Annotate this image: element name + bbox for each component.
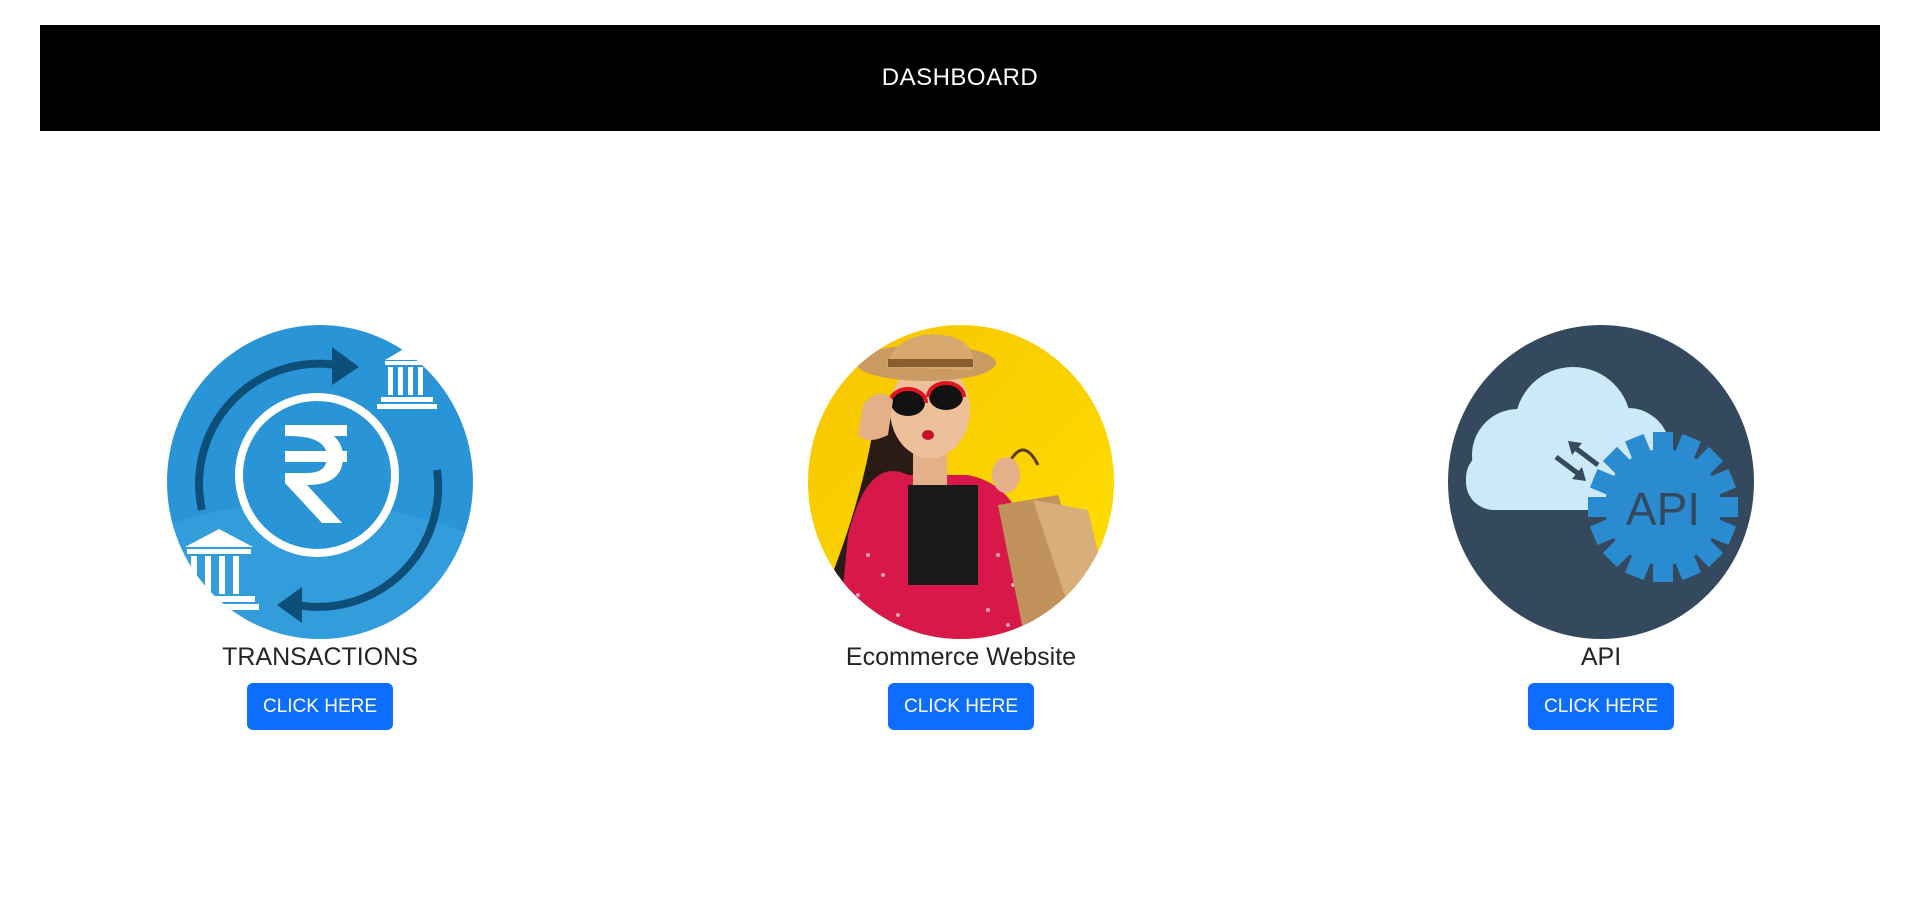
api-card: API API CLICK HERE xyxy=(1446,325,1756,730)
cloud-api-gear-icon: API xyxy=(1448,325,1754,639)
rupee-transfer-icon xyxy=(167,325,473,639)
shopping-woman-image xyxy=(808,325,1114,639)
ecommerce-click-button[interactable]: CLICK HERE xyxy=(887,683,1035,730)
card-title-api: API xyxy=(1580,643,1622,671)
card-title-ecommerce: Ecommerce Website xyxy=(845,643,1077,671)
transactions-click-button[interactable]: CLICK HERE xyxy=(246,683,394,730)
api-click-button[interactable]: CLICK HERE xyxy=(1527,683,1675,730)
transactions-card: TRANSACTIONS CLICK HERE xyxy=(165,325,475,730)
card-title-transactions: TRANSACTIONS xyxy=(222,643,418,671)
ecommerce-card: Ecommerce Website CLICK HERE xyxy=(806,325,1116,730)
dashboard-header: DASHBOARD xyxy=(40,25,1880,131)
api-gear-text: API xyxy=(1626,483,1700,535)
page-title: DASHBOARD xyxy=(881,64,1039,91)
